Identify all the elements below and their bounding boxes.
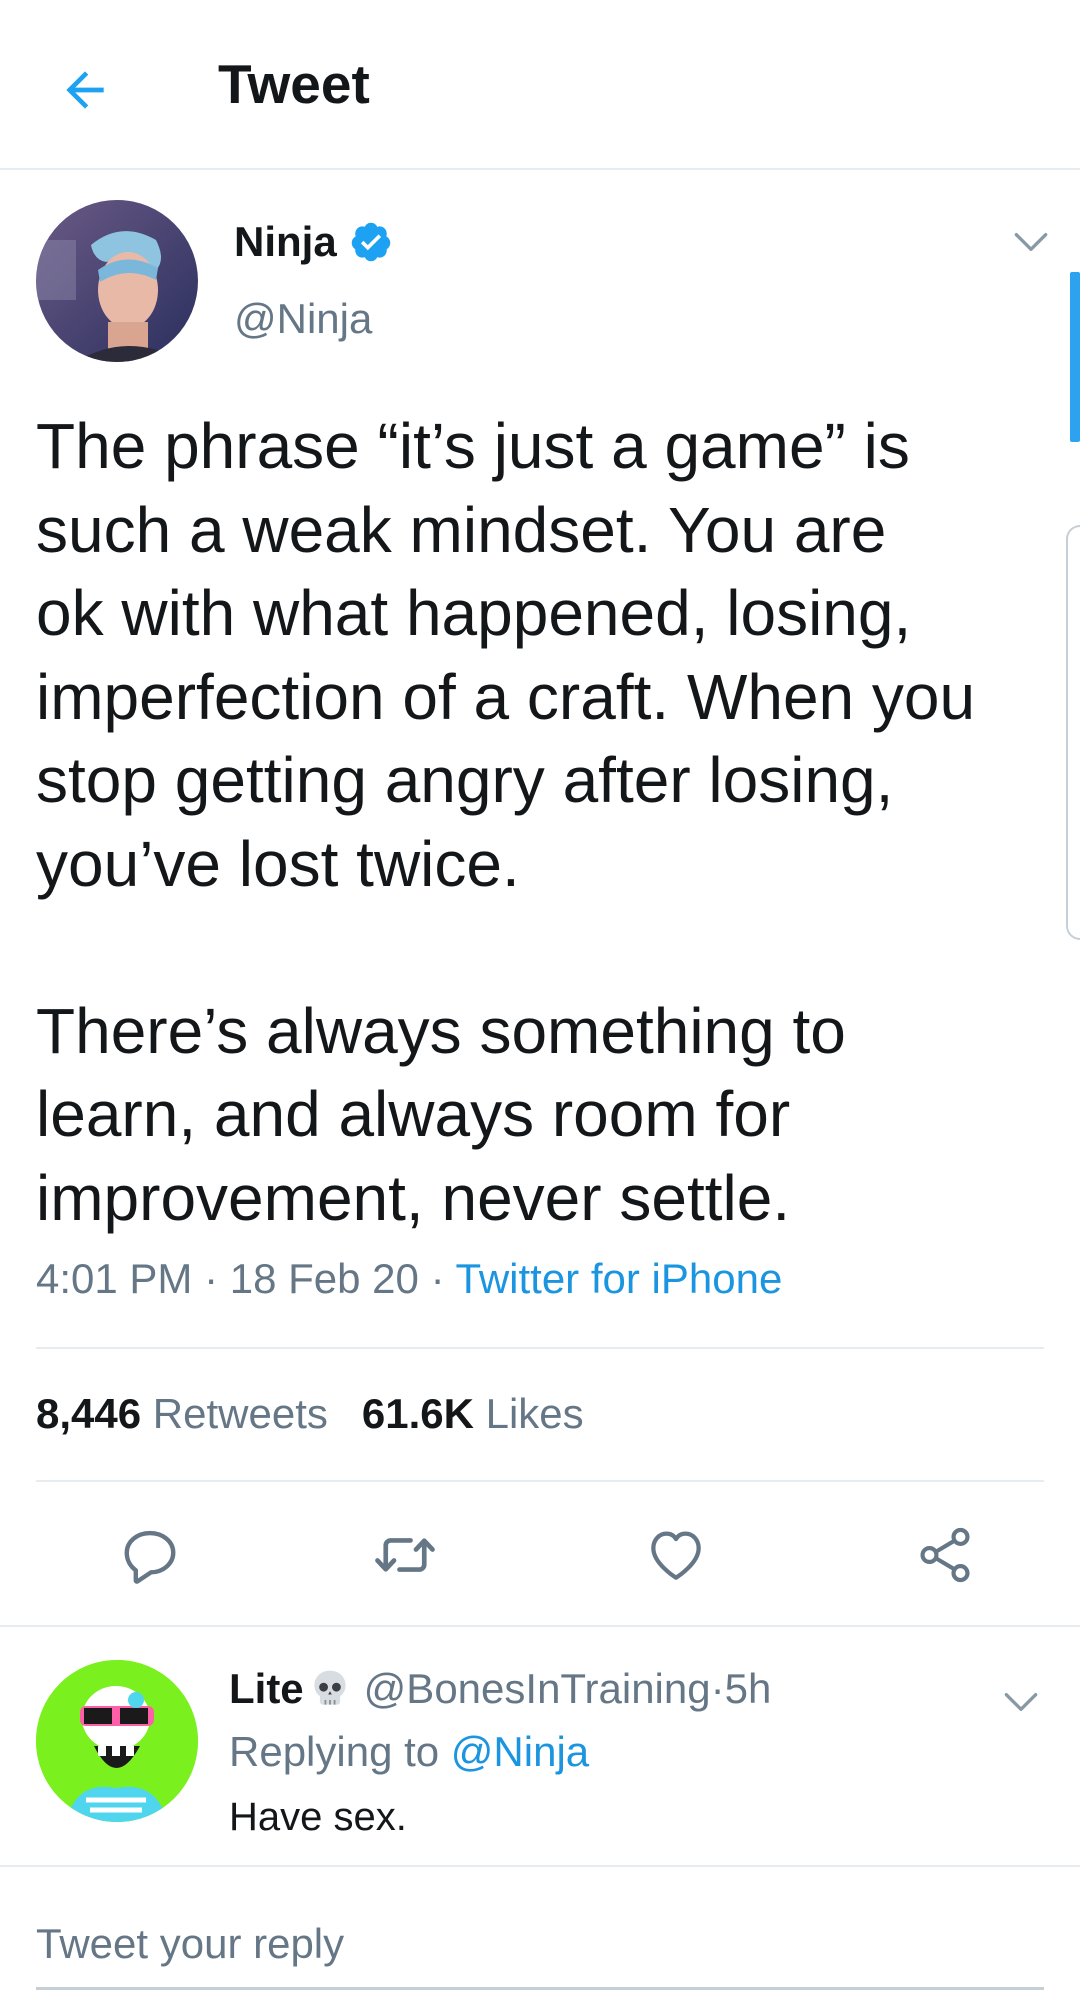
likes-stat[interactable]: 61.6K Likes bbox=[362, 1390, 584, 1437]
arrow-left-icon bbox=[66, 71, 104, 109]
tweet-time: 4:01 PM bbox=[36, 1255, 193, 1302]
skull-icon bbox=[314, 1670, 346, 1705]
divider bbox=[36, 1347, 1044, 1349]
reply-tweet[interactable]: Lite @BonesInTraining · 5h Replying to @… bbox=[36, 1660, 1046, 1839]
tweet-source-link[interactable]: Twitter for iPhone bbox=[455, 1255, 782, 1302]
likes-label: Likes bbox=[485, 1390, 584, 1437]
replying-to-prefix: Replying to bbox=[229, 1728, 451, 1775]
chevron-down-icon[interactable] bbox=[999, 1680, 1043, 1724]
tweet-stats: 8,446 Retweets 61.6K Likes bbox=[36, 1390, 584, 1438]
reply-input[interactable] bbox=[36, 1890, 1044, 1987]
scrollbar-thumb[interactable] bbox=[1070, 272, 1080, 442]
page-title: Tweet bbox=[218, 53, 370, 115]
author-handle[interactable]: @Ninja bbox=[234, 295, 372, 343]
tweet-date: 18 Feb 20 bbox=[229, 1255, 419, 1302]
retweets-count: 8,446 bbox=[36, 1390, 142, 1437]
divider bbox=[0, 1625, 1080, 1627]
reply-time: 5h bbox=[724, 1665, 772, 1712]
meta-separator: · bbox=[192, 1255, 230, 1302]
likes-count: 61.6K bbox=[361, 1390, 474, 1437]
meta-separator: · bbox=[418, 1255, 456, 1302]
like-button[interactable] bbox=[636, 1515, 716, 1595]
author-avatar[interactable] bbox=[36, 200, 198, 362]
tweet-author: Ninja @Ninja bbox=[36, 200, 1048, 362]
reply-avatar[interactable] bbox=[36, 1660, 198, 1822]
tweet-action-bar bbox=[0, 1515, 1080, 1595]
retweets-stat[interactable]: 8,446 Retweets bbox=[36, 1390, 328, 1437]
retweet-button[interactable] bbox=[365, 1515, 445, 1595]
verified-badge-icon bbox=[351, 222, 390, 262]
chevron-down-icon[interactable] bbox=[1009, 220, 1053, 264]
reply-compose-box[interactable] bbox=[36, 1890, 1044, 1990]
avatar-portrait-image bbox=[36, 200, 198, 362]
avatar-skull-image bbox=[36, 1660, 198, 1822]
like-heart-icon bbox=[651, 1531, 701, 1580]
reply-text: Have sex. bbox=[229, 1795, 407, 1839]
side-panel-handle[interactable] bbox=[1066, 525, 1080, 940]
share-icon bbox=[920, 1527, 970, 1583]
author-name[interactable]: Ninja bbox=[234, 218, 337, 266]
tweet-text: The phrase “it’s just a game” is such a … bbox=[36, 410, 976, 1234]
replying-to-mention[interactable]: @Ninja bbox=[451, 1728, 589, 1775]
reply-author-name[interactable]: Lite bbox=[229, 1665, 304, 1713]
divider bbox=[36, 1480, 1044, 1482]
reply-icon bbox=[124, 1530, 176, 1584]
reply-header: Lite @BonesInTraining · 5h bbox=[229, 1665, 771, 1713]
tweet-meta: 4:01 PM · 18 Feb 20 · Twitter for iPhone bbox=[36, 1255, 782, 1303]
reply-author-handle[interactable]: @BonesInTraining bbox=[364, 1665, 711, 1713]
replying-to: Replying to @Ninja bbox=[229, 1728, 589, 1776]
author-name-row: Ninja bbox=[234, 218, 393, 266]
retweets-label: Retweets bbox=[152, 1390, 328, 1437]
divider bbox=[0, 1865, 1080, 1867]
top-app-bar: Tweet bbox=[0, 0, 1080, 170]
share-button[interactable] bbox=[905, 1515, 985, 1595]
reply-separator: · bbox=[710, 1665, 725, 1712]
back-button[interactable] bbox=[50, 55, 120, 125]
retweet-icon bbox=[375, 1538, 435, 1572]
reply-button[interactable] bbox=[110, 1515, 190, 1595]
